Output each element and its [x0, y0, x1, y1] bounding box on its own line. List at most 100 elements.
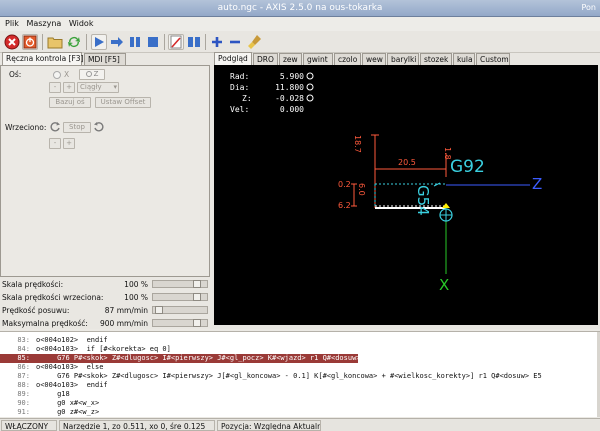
open-file-icon[interactable]: [47, 34, 63, 50]
dim-02-label: 0.2: [338, 180, 351, 189]
code-line[interactable]: 88: o<004o103> endif: [0, 381, 597, 390]
left-panel: Ręczna kontrola [F3] MDI [F5] Oś: X Z - …: [0, 52, 212, 331]
status-bar: WŁĄCZONY Narzędzie 1, zo 0.511, xo 0, śr…: [0, 418, 600, 431]
dim-60-label: 6.0: [357, 183, 366, 196]
code-line[interactable]: 84: o<004o103> if [#<korekta> eq 0]: [0, 345, 597, 354]
code-line[interactable]: 86: o<004o103> else: [0, 363, 597, 372]
spindle-label: Wrzeciono:: [5, 123, 47, 132]
toolbar-separator: [205, 34, 206, 50]
jog-minus-button[interactable]: -: [49, 82, 61, 93]
axis-x-radio[interactable]: [53, 71, 61, 79]
slider-value: 87 mm/min: [104, 306, 148, 315]
line-number: 87:: [17, 372, 30, 380]
set-offset-button[interactable]: Ustaw Offset: [95, 97, 151, 108]
toolbar-separator: [164, 34, 165, 50]
machine-state: WŁĄCZONY: [1, 420, 57, 431]
line-number: 89:: [17, 390, 30, 398]
tab-manual-control[interactable]: Ręczna kontrola [F3]: [2, 52, 84, 65]
toolbar-separator: [86, 34, 87, 50]
line-text: o<004o102> endif: [36, 336, 108, 344]
zoom-out-icon[interactable]: [227, 34, 243, 50]
axis-label: Oś:: [9, 70, 22, 79]
menu-plik[interactable]: Plik: [5, 19, 19, 28]
axis-x-label: X: [64, 70, 70, 79]
axis-z-label: Z: [93, 70, 99, 78]
code-line[interactable]: 87: G76 P#<skok> Z#<dlugosc> I#<pierwszy…: [0, 372, 597, 381]
toolpath-preview: [351, 134, 530, 274]
home-axis-button[interactable]: Bazuj oś: [49, 97, 91, 108]
preview-canvas[interactable]: Rad: 5.900 Dia: 11.800 Z: -0.028 Vel: 0.…: [214, 65, 598, 325]
tool-icon: [439, 203, 453, 222]
tab-custom[interactable]: Custom: [476, 53, 510, 65]
power-icon[interactable]: [22, 34, 38, 50]
pause-icon[interactable]: [127, 34, 143, 50]
line-number: 85:: [17, 354, 30, 362]
tab-gwint[interactable]: gwint: [303, 53, 333, 65]
zoom-in-icon[interactable]: [209, 34, 225, 50]
line-text: g18: [36, 390, 70, 398]
clear-plot-icon[interactable]: [247, 34, 263, 50]
step-icon[interactable]: [109, 34, 125, 50]
line-text: o<004o103> endif: [36, 381, 108, 389]
tab-kula[interactable]: kula: [453, 53, 475, 65]
override-sliders: Skala prędkości: 100 % Skala prędkości w…: [0, 277, 212, 331]
gcode-label: G92: [450, 157, 485, 177]
tab-stozek[interactable]: stozek: [420, 53, 452, 65]
line-number: 90:: [17, 399, 30, 407]
tab-mdi[interactable]: MDI [F5]: [84, 53, 126, 65]
code-line[interactable]: 90: g0 x#<w_x>: [0, 399, 597, 408]
dim-62-label: 6.2: [338, 201, 351, 210]
spindle-ccw-icon[interactable]: [49, 121, 61, 133]
code-line[interactable]: 89: g18: [0, 390, 597, 399]
menu-bar: Plik Maszyna Widok: [0, 17, 600, 31]
tab-zew[interactable]: zew: [279, 53, 302, 65]
optional-stop-icon[interactable]: [186, 34, 202, 50]
code-line-active[interactable]: 85: G76 P#<skok> Z#<dlugosc> I#<pierwszy…: [0, 354, 361, 363]
dim-top-label: 18.7: [353, 135, 362, 153]
tab-barylki[interactable]: barylki: [387, 53, 419, 65]
spindle-override-slider[interactable]: [152, 293, 208, 301]
slider-thumb[interactable]: [193, 319, 202, 327]
estop-icon[interactable]: [4, 34, 20, 50]
slider-value: 100 %: [124, 280, 148, 289]
jog-mode-select[interactable]: Ciągły ▾: [77, 82, 119, 93]
slider-label: Maksymalna prędkość:: [2, 319, 88, 328]
gcode-listing[interactable]: 83: o<004o102> endif 84: o<004o103> if [#<…: [0, 331, 600, 417]
line-number: 91:: [17, 408, 30, 416]
jog-speed-slider[interactable]: [152, 306, 208, 314]
slider-thumb[interactable]: [193, 293, 202, 301]
run-icon[interactable]: [91, 34, 107, 50]
block-delete-icon[interactable]: [168, 34, 184, 50]
spindle-cw-icon[interactable]: [93, 121, 105, 133]
slider-thumb[interactable]: [155, 306, 164, 314]
slider-thumb[interactable]: [193, 280, 202, 288]
code-line[interactable]: 91: g0 z#<w_z>: [0, 408, 597, 417]
right-panel: Podgląd DRO zew gwint czolo wew barylki …: [212, 52, 600, 329]
tab-dro[interactable]: DRO: [253, 53, 278, 65]
axis-z-button[interactable]: Z: [79, 69, 105, 80]
code-line[interactable]: 83: o<004o102> endif: [0, 336, 597, 345]
feed-override-slider[interactable]: [152, 280, 208, 288]
spindle-minus-button[interactable]: -: [49, 138, 61, 149]
tab-preview[interactable]: Podgląd: [214, 52, 252, 65]
menu-maszyna[interactable]: Maszyna: [26, 19, 61, 28]
vertical-label: G54: [414, 185, 432, 216]
stop-icon[interactable]: [145, 34, 161, 50]
line-text: o<004o103> if [#<korekta> eq 0]: [36, 345, 171, 353]
jog-plus-button[interactable]: +: [63, 82, 75, 93]
slider-value: 100 %: [124, 293, 148, 302]
reload-icon[interactable]: [66, 34, 82, 50]
line-text: o<004o103> else: [36, 363, 104, 371]
max-velocity-slider[interactable]: [152, 319, 208, 327]
line-text: g0 z#<w_z>: [36, 408, 100, 416]
z-axis-label: Z: [532, 175, 543, 193]
window-title: auto.ngc - AXIS 2.5.0 na ous-tokarka: [217, 3, 383, 13]
tab-czolo[interactable]: czolo: [334, 53, 361, 65]
menu-widok[interactable]: Widok: [69, 19, 94, 28]
spindle-plus-button[interactable]: +: [63, 138, 75, 149]
line-text: G76 P#<skok> Z#<dlugosc> I#<pierwszy> J[…: [36, 372, 542, 380]
x-axis-label: X: [439, 276, 450, 294]
spindle-stop-button[interactable]: Stop: [63, 122, 91, 133]
tab-wew[interactable]: wew: [362, 53, 386, 65]
window-user-label[interactable]: Pon: [581, 3, 596, 12]
